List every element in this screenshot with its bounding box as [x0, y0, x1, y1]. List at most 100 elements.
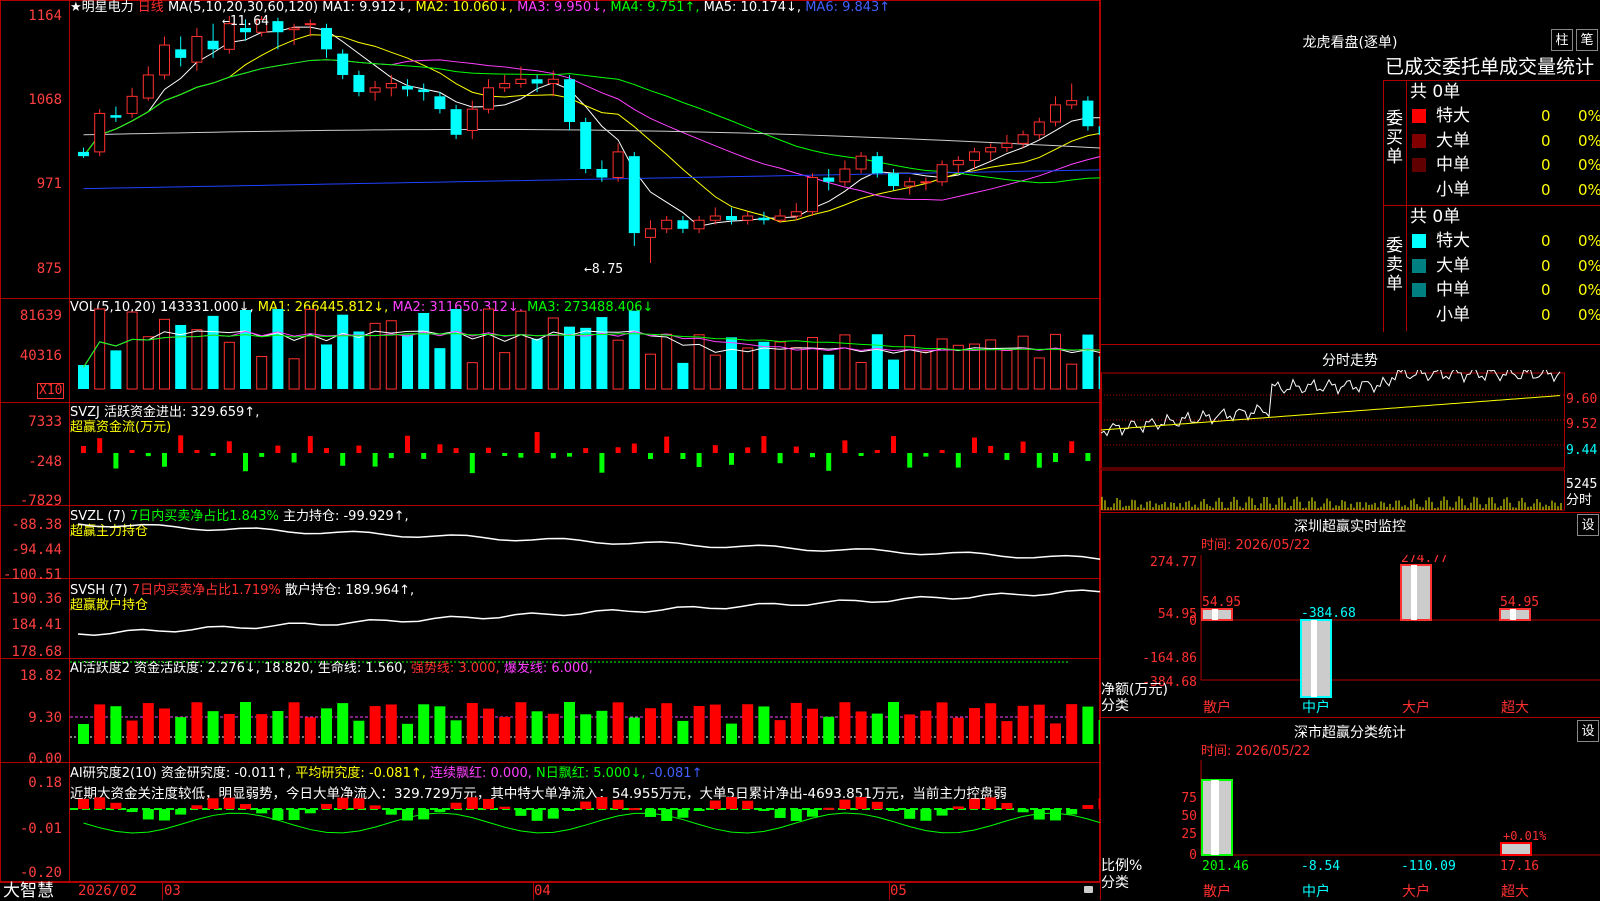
- volume-bar: [240, 310, 251, 389]
- research-bar: [969, 798, 980, 809]
- activity-bar: [1050, 723, 1061, 744]
- research-bar: [321, 803, 332, 809]
- activity-bar: [1033, 704, 1045, 744]
- column-view-button[interactable]: 柱: [1551, 29, 1573, 51]
- fund-flow-bar: [81, 446, 86, 453]
- research-bar: [726, 797, 737, 809]
- svzl-chart[interactable]: [70, 506, 1100, 578]
- activity-bar: [466, 703, 478, 744]
- ai-research-tick: -0.20: [19, 865, 62, 881]
- activity-bar: [790, 702, 802, 744]
- research-bar: [223, 797, 235, 809]
- timeshare-unit: 分时: [1566, 493, 1593, 508]
- research-bar: [871, 801, 883, 809]
- activity-bar: [839, 702, 851, 744]
- research-bar: [612, 799, 624, 809]
- volume-bar: [547, 317, 559, 390]
- tick-view-button[interactable]: 笔: [1576, 29, 1598, 51]
- fund-flow-bar: [696, 453, 702, 468]
- activity-bar: [321, 708, 332, 744]
- candle-body: [402, 86, 413, 90]
- fund-flow-bar: [648, 453, 653, 459]
- buy-row-count: 0: [1541, 131, 1551, 150]
- sz-monitor-chart[interactable]: 274.7754.950-164.86-384.6854.95散户-384.68…: [1101, 555, 1600, 717]
- lock-icon[interactable]: [1084, 886, 1093, 893]
- activity-bar: [126, 720, 138, 744]
- right-divider: [1100, 512, 1600, 513]
- candle-body: [110, 115, 122, 118]
- activity-bar: [969, 708, 980, 744]
- candle-body: [321, 27, 332, 50]
- fund-flow-bar: [664, 436, 670, 453]
- activity-bar: [709, 704, 721, 744]
- date-divider: [162, 883, 163, 900]
- buy-color-swatch: [1412, 133, 1426, 148]
- svsh-chart[interactable]: [70, 579, 1100, 658]
- volume-bar: [450, 309, 462, 389]
- fund-flow-bar: [162, 453, 167, 467]
- candlestick-chart[interactable]: [70, 0, 1100, 298]
- activity-bar: [434, 706, 446, 744]
- ai-research-tick: 0.18: [28, 775, 62, 791]
- candle-body: [466, 108, 478, 132]
- ma-line-1: [83, 26, 1100, 227]
- sm-stats-chart[interactable]: 75 50 25 0 +0.01% 201.46 散户 -8.54 中户 -110.09 大户 17.…: [1101, 760, 1600, 900]
- buy-color-swatch: [1412, 109, 1426, 123]
- volume-chart[interactable]: [70, 299, 1100, 402]
- research-bar: [1050, 809, 1061, 821]
- research-bar: [888, 809, 899, 811]
- fund-flow-bar: [891, 436, 896, 453]
- sm-time: 时间: 2026/05/22: [1201, 744, 1311, 759]
- svzl-tick: -94.44: [11, 542, 62, 558]
- activity-bar: [304, 717, 316, 744]
- volume-bar: [385, 320, 397, 390]
- brand-logo-text[interactable]: 大智慧: [3, 882, 54, 900]
- fund-flow-bar: [777, 453, 783, 464]
- research-bar: [1082, 805, 1094, 809]
- candle-body: [531, 79, 543, 84]
- sz-tick: 0: [1189, 614, 1197, 629]
- volume-bar: [952, 344, 964, 390]
- fund-flow-bar: [1069, 441, 1075, 453]
- vol-tick: 40316: [19, 348, 62, 364]
- sm-value-label: 201.46: [1202, 859, 1249, 874]
- research-bar: [564, 809, 575, 811]
- price-tick: 875: [36, 261, 62, 277]
- activity-bar: [1082, 706, 1094, 744]
- research-bar: [839, 799, 851, 809]
- fund-flow-bar: [599, 453, 605, 473]
- sm-value-label: -8.54: [1301, 859, 1340, 874]
- candle-body: [580, 121, 592, 169]
- activity-bar: [612, 702, 624, 744]
- volume-bar: [418, 312, 430, 389]
- sz-settings-button[interactable]: 设: [1577, 514, 1599, 536]
- timeshare-chart[interactable]: [1101, 370, 1600, 512]
- fund-flow-bar: [1085, 453, 1091, 462]
- fund-flow-bar: [437, 444, 443, 453]
- volume-bar: [693, 334, 705, 390]
- sz-ylabel: 净额(万元): [1101, 682, 1168, 698]
- volume-bar: [531, 338, 543, 389]
- fund-flow-bar: [583, 448, 589, 453]
- activity-bar: [871, 713, 883, 744]
- candle-body: [207, 40, 219, 50]
- fund-flow-bar: [1020, 441, 1026, 453]
- activity-bar: [159, 708, 170, 744]
- fund-flow-bar: [340, 453, 346, 466]
- ai-activity-tick: 0.00: [28, 751, 62, 767]
- research-bar: [596, 797, 608, 809]
- sm-settings-button[interactable]: 设: [1577, 720, 1599, 742]
- ai-research-chart[interactable]: [70, 763, 1100, 882]
- sm-pct-label: +0.01%: [1503, 829, 1547, 843]
- fund-flow-bar: [858, 453, 864, 456]
- sm-tick: 25: [1181, 827, 1197, 842]
- candle-body: [564, 79, 575, 122]
- buy-row-count: 0: [1541, 180, 1551, 199]
- sz-bar-highlight: [1311, 620, 1317, 698]
- fund-flow-bar: [712, 445, 718, 453]
- svzj-chart[interactable]: [70, 403, 1100, 505]
- ai-activity-chart[interactable]: [70, 659, 1100, 762]
- sz-value-label: 274.77: [1401, 555, 1448, 566]
- activity-bar: [272, 710, 284, 744]
- fund-flow-bar: [534, 432, 540, 453]
